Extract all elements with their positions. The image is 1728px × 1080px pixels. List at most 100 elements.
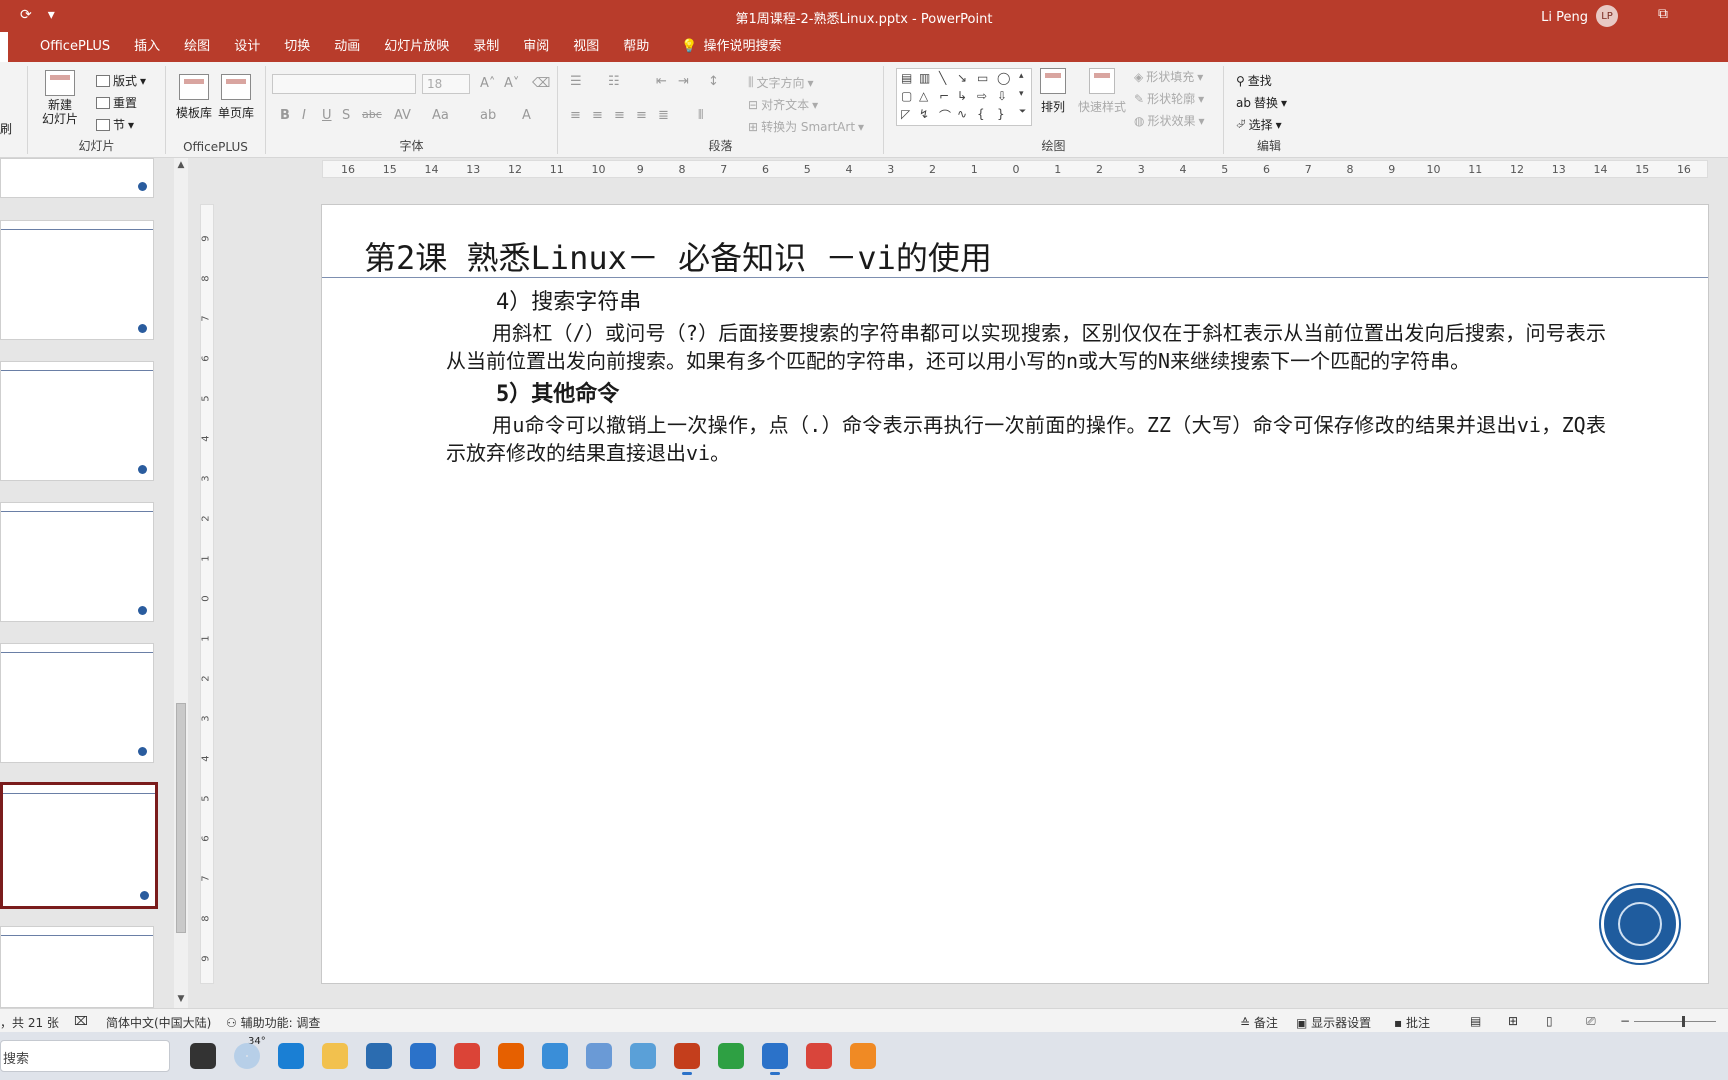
align-left-icon[interactable]: ≡ xyxy=(570,108,581,123)
file-explorer-icon[interactable] xyxy=(322,1043,348,1069)
powerpoint-icon[interactable] xyxy=(674,1043,700,1075)
left-brace-shape-icon[interactable]: { xyxy=(977,107,985,121)
shapes-gallery[interactable]: ▤ ▥ ╲ ↘ ▭ ◯ ▢ △ ⌐ ↳ ⇨ ⇩ ◸ ↯ ⌒ ∿ { } ▴ ▾ … xyxy=(896,68,1032,126)
find-button[interactable]: ⚲ 查找 xyxy=(1236,72,1272,89)
rectangle-shape-icon[interactable]: ▭ xyxy=(977,71,988,85)
font-size-combo[interactable]: 18 xyxy=(422,74,470,94)
rounded-rect-shape-icon[interactable]: ▢ xyxy=(901,89,912,103)
new-slide-button[interactable]: 新建 幻灯片 xyxy=(42,70,78,126)
edge-icon[interactable] xyxy=(278,1043,304,1069)
tab-animations[interactable]: 动画 xyxy=(322,32,372,62)
align-right-icon[interactable]: ≡ xyxy=(614,108,625,123)
format-painter-button[interactable]: 刷 xyxy=(0,120,12,137)
down-arrow-shape-icon[interactable]: ⇩ xyxy=(997,89,1007,103)
slide-thumbnail[interactable] xyxy=(0,926,154,1008)
italic-icon[interactable]: I xyxy=(302,108,306,123)
char-spacing-icon[interactable]: AV xyxy=(394,108,411,123)
convert-smartart-button[interactable]: ⊞ 转换为 SmartArt ▾ xyxy=(748,118,864,135)
gallery-up-icon[interactable]: ▴ xyxy=(1019,71,1024,81)
app-orange-icon[interactable] xyxy=(850,1043,876,1069)
increase-font-icon[interactable]: A˄ xyxy=(480,76,495,91)
font-name-combo[interactable] xyxy=(272,74,416,94)
shape-outline-button[interactable]: ✎ 形状轮廓 ▾ xyxy=(1134,90,1204,107)
app-red-icon[interactable] xyxy=(806,1043,832,1069)
slide-canvas[interactable]: 第2课 熟悉Linux－ 必备知识 －vi的使用 4）搜索字符串 用斜杠（/）或… xyxy=(321,204,1709,984)
font-color-icon[interactable]: A xyxy=(522,108,531,123)
columns-icon[interactable]: ⫴ xyxy=(698,108,703,123)
section-button[interactable]: 节 ▾ xyxy=(96,116,134,133)
firefox-icon[interactable] xyxy=(498,1043,524,1069)
slide-body[interactable]: 4）搜索字符串 用斜杠（/）或问号（?）后面接要搜索的字符串都可以实现搜索，区别… xyxy=(446,289,1606,467)
slide-sorter-icon[interactable]: ⊞ xyxy=(1508,1014,1518,1028)
zoom-out-icon[interactable]: − xyxy=(1620,1014,1630,1028)
app-icon[interactable] xyxy=(542,1043,568,1069)
tab-design[interactable]: 设计 xyxy=(222,32,272,62)
zoom-slider-thumb[interactable] xyxy=(1682,1016,1685,1027)
increase-indent-icon[interactable]: ⇥ xyxy=(678,74,689,89)
avatar[interactable]: LP xyxy=(1596,5,1618,27)
slide-thumbnail[interactable] xyxy=(0,643,154,763)
notes-button[interactable]: ≙ 备注 xyxy=(1240,1014,1278,1031)
template-lib-button[interactable]: 模板库 xyxy=(176,74,212,121)
bold-icon[interactable]: B xyxy=(280,108,290,123)
vertical-textbox-shape-icon[interactable]: ▥ xyxy=(919,71,930,85)
normal-view-icon[interactable]: ▤ xyxy=(1470,1014,1481,1028)
distributed-icon[interactable]: ≣ xyxy=(658,108,669,123)
thumbnail-scrollbar[interactable]: ▲ ▼ xyxy=(174,158,188,1008)
scroll-down-icon[interactable]: ▼ xyxy=(175,994,187,1006)
right-arrow-shape-icon[interactable]: ⇨ xyxy=(977,89,987,103)
arrow-line-shape-icon[interactable]: ↘ xyxy=(957,71,967,85)
tab-home-partial[interactable] xyxy=(0,32,8,62)
shape-fill-button[interactable]: ◈ 形状填充 ▾ xyxy=(1134,68,1203,85)
feishu-icon[interactable] xyxy=(762,1043,788,1075)
slide-thumbnail[interactable] xyxy=(0,220,154,340)
comments-button[interactable]: ▪ 批注 xyxy=(1394,1014,1430,1031)
tab-insert[interactable]: 插入 xyxy=(122,32,172,62)
display-settings-button[interactable]: ▣ 显示器设置 xyxy=(1296,1014,1371,1031)
slide-title[interactable]: 第2课 熟悉Linux－ 必备知识 －vi的使用 xyxy=(364,233,992,279)
change-case-icon[interactable]: Aa xyxy=(432,108,449,123)
line-spacing-icon[interactable]: ↕ xyxy=(708,74,719,89)
shape-effects-button[interactable]: ◍ 形状效果 ▾ xyxy=(1134,112,1205,129)
slide-thumbnail-selected[interactable] xyxy=(0,782,158,909)
right-brace-shape-icon[interactable]: } xyxy=(997,107,1005,121)
reading-view-icon[interactable]: ▯ xyxy=(1546,1014,1553,1028)
tab-transitions[interactable]: 切换 xyxy=(272,32,322,62)
store-icon[interactable] xyxy=(366,1043,392,1069)
underline-icon[interactable]: U xyxy=(322,108,332,123)
arc-shape-icon[interactable]: ⌒ xyxy=(939,107,951,124)
select-button[interactable]: ⮰ 选择 ▾ xyxy=(1236,116,1282,133)
tell-me-search[interactable]: 💡 操作说明搜索 xyxy=(669,32,793,62)
chart-app-icon[interactable] xyxy=(586,1043,612,1069)
highlight-icon[interactable]: ab xyxy=(480,108,496,123)
line-shape-icon[interactable]: ╲ xyxy=(939,71,946,85)
tab-officeplus[interactable]: OfficePLUS xyxy=(28,32,122,62)
taskbar-search[interactable]: 搜索 xyxy=(0,1040,170,1072)
clear-format-icon[interactable]: ⌫ xyxy=(532,76,550,91)
layout-button[interactable]: 版式 ▾ xyxy=(96,72,146,89)
scroll-up-icon[interactable]: ▲ xyxy=(175,160,187,172)
justify-icon[interactable]: ≡ xyxy=(636,108,647,123)
task-view-icon[interactable] xyxy=(190,1043,216,1069)
triangle-shape-icon[interactable]: △ xyxy=(919,89,928,103)
decrease-font-icon[interactable]: A˅ xyxy=(504,76,519,91)
tab-review[interactable]: 审阅 xyxy=(511,32,561,62)
connector-shape-icon[interactable]: ⌐ xyxy=(939,89,949,103)
spellcheck-icon[interactable]: ⌧ xyxy=(74,1014,88,1028)
oval-shape-icon[interactable]: ◯ xyxy=(997,71,1010,85)
slide-thumbnail[interactable] xyxy=(0,502,154,622)
tab-record[interactable]: 录制 xyxy=(461,32,511,62)
align-center-icon[interactable]: ≡ xyxy=(592,108,603,123)
curve-shape-icon[interactable]: ∿ xyxy=(957,107,967,121)
slideshow-icon[interactable]: ⎚ xyxy=(1586,1014,1596,1029)
elbow-arrow-shape-icon[interactable]: ↳ xyxy=(957,89,967,103)
shadow-icon[interactable]: S xyxy=(342,108,350,123)
decrease-indent-icon[interactable]: ⇤ xyxy=(656,74,667,89)
wechat-icon[interactable] xyxy=(718,1043,744,1069)
gallery-more-icon[interactable]: ⏷ xyxy=(1019,107,1026,117)
tab-help[interactable]: 帮助 xyxy=(611,32,661,62)
scrollbar-thumb[interactable] xyxy=(176,703,186,933)
tab-view[interactable]: 视图 xyxy=(561,32,611,62)
gallery-down-icon[interactable]: ▾ xyxy=(1019,89,1024,99)
tab-draw[interactable]: 绘图 xyxy=(172,32,222,62)
